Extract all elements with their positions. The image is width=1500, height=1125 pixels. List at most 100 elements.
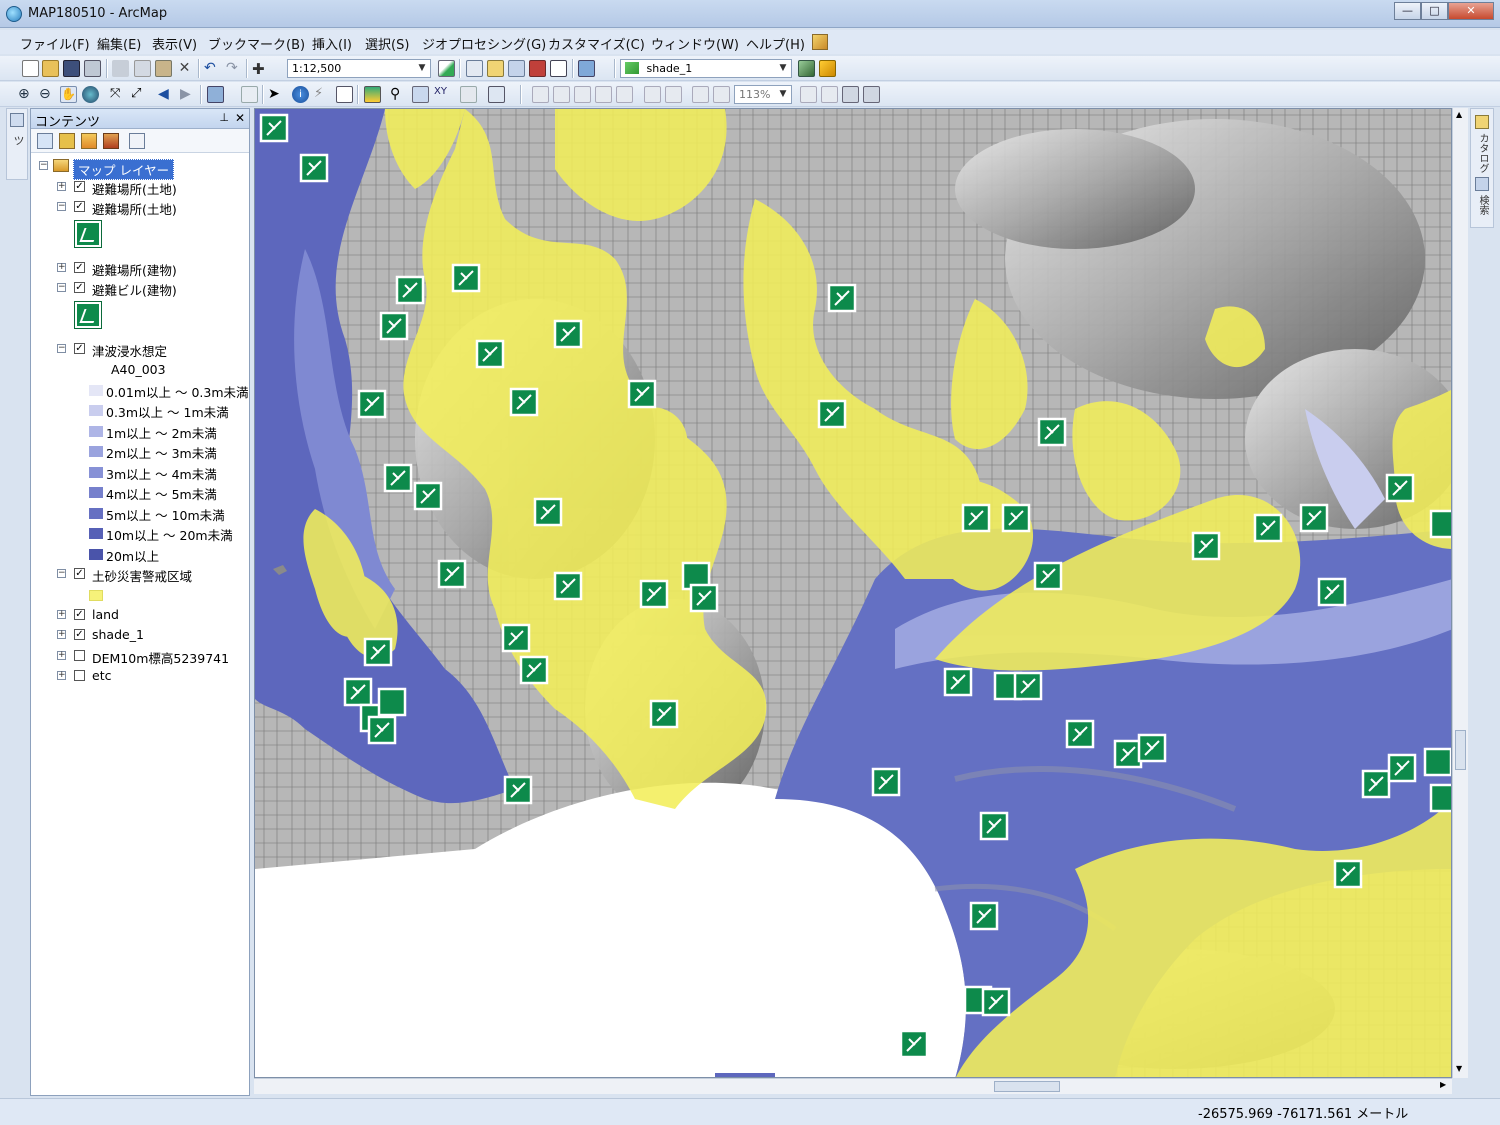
collapse-icon[interactable]: − (39, 161, 48, 170)
layer-label[interactable]: 避難場所(土地) (92, 179, 177, 198)
menu-edit[interactable]: 編集(E) (97, 34, 141, 53)
list-by-drawing-order-icon[interactable] (37, 133, 53, 149)
full-extent-globe-icon[interactable] (82, 86, 99, 103)
select-features-icon[interactable] (207, 86, 224, 103)
fixed-zoom-out-icon[interactable]: ⤢ (131, 86, 148, 103)
undo-icon[interactable]: ↶ (204, 60, 221, 77)
create-viewer-icon[interactable] (488, 86, 505, 103)
layer-label[interactable]: 避難ビル(建物) (92, 280, 177, 299)
layer-visibility-checkbox[interactable] (74, 670, 85, 681)
menu-insert[interactable]: 挿入(I) (312, 34, 352, 53)
redo-icon[interactable]: ↷ (226, 60, 243, 77)
scroll-right-icon[interactable]: ▶ (1440, 1080, 1446, 1089)
search-window-icon[interactable] (508, 60, 525, 77)
scroll-up-icon[interactable]: ▲ (1456, 110, 1462, 119)
cut-icon[interactable] (112, 60, 129, 77)
add-data-icon[interactable]: ✚ (252, 60, 269, 78)
paste-icon[interactable] (155, 60, 172, 77)
expand-icon[interactable]: + (57, 610, 66, 619)
layer-row[interactable]: + ✓ shade_1 (31, 625, 249, 645)
layer-visibility-checkbox[interactable]: ✓ (74, 609, 85, 620)
menu-geoprocessing[interactable]: ジオプロセシング(G) (422, 34, 546, 53)
layer-label[interactable]: shade_1 (92, 627, 144, 642)
collapse-icon[interactable]: − (57, 344, 66, 353)
zoom-100-icon[interactable] (616, 86, 633, 103)
horizontal-scroll-thumb[interactable] (994, 1081, 1060, 1092)
go-to-xy-icon[interactable]: XY (434, 86, 451, 103)
layout-zoom-out-icon[interactable] (553, 86, 570, 103)
layer-visibility-checkbox[interactable] (74, 650, 85, 661)
focus-data-frame-icon[interactable] (821, 86, 838, 103)
clear-selection-icon[interactable] (241, 86, 258, 103)
close-icon[interactable]: ✕ (235, 111, 245, 125)
collapse-icon[interactable]: − (57, 283, 66, 292)
time-slider-icon[interactable] (460, 86, 477, 103)
expand-icon[interactable]: + (57, 651, 66, 660)
menu-view[interactable]: 表示(V) (152, 34, 197, 53)
layer-row[interactable]: + DEM10m標高5239741 (31, 646, 249, 666)
layer-visibility-checkbox[interactable]: ✓ (74, 343, 85, 354)
layer-visibility-checkbox[interactable]: ✓ (74, 201, 85, 212)
back-arrow-icon[interactable]: ◀ (158, 86, 175, 103)
select-elements-icon[interactable]: ➤ (268, 86, 285, 103)
menu-windows[interactable]: ウィンドウ(W) (651, 34, 739, 53)
previous-extent-layout-icon[interactable] (692, 86, 709, 103)
fixed-zoom-in-icon[interactable]: ⤧ (110, 86, 127, 103)
print-icon[interactable] (84, 60, 101, 77)
toolbar-extension-icon[interactable] (812, 34, 828, 50)
menu-customize[interactable]: カスタマイズ(C) (548, 34, 645, 53)
pan-hand-icon[interactable]: ✋ (60, 86, 77, 103)
layer-row[interactable]: + ✓ 避難場所(建物) (31, 258, 249, 278)
python-window-icon[interactable] (550, 60, 567, 77)
new-document-icon[interactable] (22, 60, 39, 77)
find-route-icon[interactable] (412, 86, 429, 103)
layer-row[interactable]: − ✓ 土砂災害警戒区域 (31, 564, 249, 584)
expand-icon[interactable]: + (57, 263, 66, 272)
close-button[interactable]: ✕ (1448, 2, 1494, 20)
search-dock-tab[interactable]: 検索 (1475, 195, 1490, 215)
layer-select-combo[interactable]: shade_1 ▼ (620, 59, 792, 78)
next-extent-layout-icon[interactable] (713, 86, 730, 103)
layer-label[interactable]: 避難場所(建物) (92, 260, 177, 279)
save-icon[interactable] (63, 60, 80, 77)
map-horizontal-scrollbar[interactable]: ▶ (254, 1078, 1452, 1094)
layer-visibility-checkbox[interactable]: ✓ (74, 181, 85, 192)
zoom-out-icon[interactable]: ⊖ (39, 86, 56, 103)
pin-icon[interactable]: ⊥ (219, 111, 229, 124)
layer-label[interactable]: land (92, 607, 119, 622)
options-icon[interactable] (129, 133, 145, 149)
measure-ruler-icon[interactable] (364, 86, 381, 103)
fixed-zoom-in-layout-icon[interactable] (644, 86, 661, 103)
map-vertical-scrollbar[interactable]: ▲ ▼ (1452, 108, 1468, 1078)
layout-zoom-in-icon[interactable] (532, 86, 549, 103)
layer-row[interactable]: − ✓ 避難ビル(建物) (31, 278, 249, 298)
layer-visibility-checkbox[interactable]: ✓ (74, 262, 85, 273)
georeferencing-icon[interactable] (798, 60, 815, 77)
vertical-scroll-thumb[interactable] (1455, 730, 1466, 770)
menu-help[interactable]: ヘルプ(H) (746, 34, 805, 53)
fixed-zoom-out-layout-icon[interactable] (665, 86, 682, 103)
delete-icon[interactable]: ✕ (176, 60, 193, 77)
table-of-contents-icon[interactable] (466, 60, 483, 77)
layer-row[interactable]: + ✓ 避難場所(土地) (31, 177, 249, 197)
left-dock-strip[interactable]: コンテンツ (6, 108, 41, 180)
forward-arrow-icon[interactable]: ▶ (180, 86, 197, 103)
list-by-source-icon[interactable] (59, 133, 75, 149)
measure-icon[interactable] (819, 60, 836, 77)
model-builder-icon[interactable] (578, 60, 595, 77)
menu-selection[interactable]: 選択(S) (365, 34, 409, 53)
layer-visibility-checkbox[interactable]: ✓ (74, 568, 85, 579)
toggle-draft-mode-icon[interactable] (800, 86, 817, 103)
html-popup-icon[interactable] (336, 86, 353, 103)
layer-row[interactable]: − ✓ 避難場所(土地) (31, 197, 249, 217)
layer-visibility-checkbox[interactable]: ✓ (74, 629, 85, 640)
hyperlink-icon[interactable]: ⚡ (314, 86, 331, 103)
catalog-dock-tab[interactable]: カタログ (1475, 133, 1490, 173)
list-by-selection-icon[interactable] (103, 133, 119, 149)
list-by-visibility-icon[interactable] (81, 133, 97, 149)
editor-icon[interactable] (438, 60, 455, 77)
collapse-icon[interactable]: − (57, 569, 66, 578)
layer-row[interactable]: − ✓ 津波浸水想定 (31, 339, 249, 359)
data-driven-pages-icon[interactable] (863, 86, 880, 103)
zoom-percent-combo[interactable]: 113% ▼ (734, 85, 792, 104)
